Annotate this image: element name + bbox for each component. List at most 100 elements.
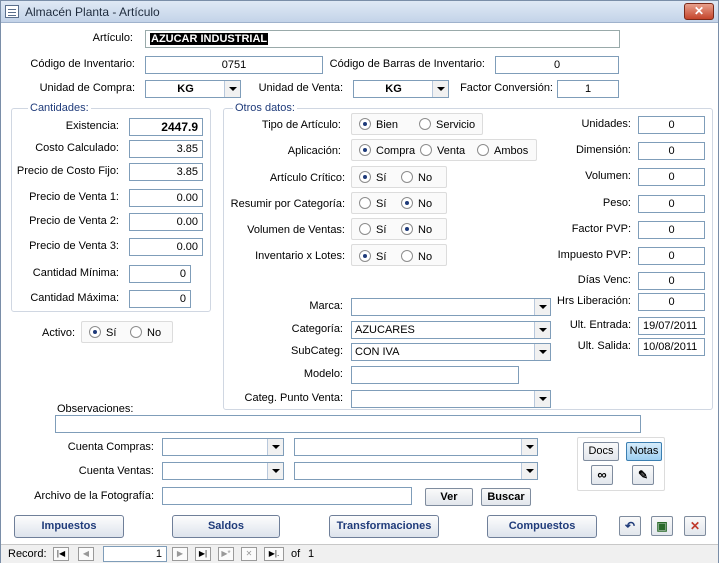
marca-label: Marca: (309, 300, 343, 312)
cantidades-field-0[interactable]: 2447.9 (129, 118, 203, 136)
critico-label: Artículo Crítico: (269, 172, 345, 184)
cantidades-field-1[interactable]: 3.85 (129, 140, 203, 158)
lotes-si-radio[interactable]: Sí (359, 250, 386, 263)
saldos-button[interactable]: Saldos (172, 515, 280, 538)
otros-right-field-3[interactable]: 0 (638, 195, 705, 213)
otros-right-field-1[interactable]: 0 (638, 142, 705, 160)
cantidades-field-5[interactable]: 0.00 (129, 238, 203, 256)
compuestos-button[interactable]: Compuestos (487, 515, 597, 538)
buscar-button[interactable]: Buscar (481, 488, 531, 506)
activo-si-radio[interactable]: Sí (89, 326, 116, 339)
cantidades-field-4[interactable]: 0.00 (129, 213, 203, 231)
resumir-no-radio[interactable]: No (401, 197, 432, 210)
transformaciones-button[interactable]: Transformaciones (329, 515, 439, 538)
impuestos-button[interactable]: Impuestos (14, 515, 124, 538)
articulo-value: AZUCAR INDUSTRIAL (150, 33, 269, 45)
categoria-label: Categoría: (291, 323, 343, 335)
categoria-select[interactable]: AZUCARES (351, 321, 551, 339)
chevron-down-icon[interactable] (521, 463, 537, 479)
otros-right-field-6[interactable]: 0 (638, 272, 705, 290)
subcateg-select[interactable]: CON IVA (351, 343, 551, 361)
chevron-down-icon[interactable] (267, 463, 283, 479)
cantidades-field-3[interactable]: 0.00 (129, 189, 203, 207)
goto-record-icon[interactable]: ▶|. (264, 547, 284, 561)
marca-select[interactable] (351, 298, 551, 316)
otros-right-field-2[interactable]: 0 (638, 168, 705, 186)
chevron-down-icon[interactable] (534, 391, 550, 407)
resumir-si-radio[interactable]: Sí (359, 197, 386, 210)
notas-button[interactable]: Notas (626, 442, 662, 461)
cantidades-field-2[interactable]: 3.85 (129, 163, 203, 181)
new-record-icon[interactable]: ▶* (218, 547, 234, 561)
close-button[interactable]: ✕ (684, 3, 714, 20)
articulo-field[interactable]: AZUCAR INDUSTRIAL (145, 30, 620, 48)
ver-button[interactable]: Ver (425, 488, 473, 506)
critico-si-radio[interactable]: Sí (359, 171, 386, 184)
cuenta-compras-label: Cuenta Compras: (67, 441, 154, 453)
aplicacion-ambos-radio[interactable]: Ambos (477, 144, 528, 157)
otros-right-field-7[interactable]: 0 (638, 293, 705, 311)
volumen-ventas-si-radio[interactable]: Sí (359, 223, 386, 236)
otros-right-label-3: Peso: (602, 197, 631, 209)
save-icon[interactable]: ▣ (651, 516, 673, 536)
unidad-compra-select[interactable]: KG (145, 80, 241, 98)
otros-right-field-9[interactable]: 10/08/2011 (638, 338, 705, 356)
unidad-compra-value: KG (177, 83, 194, 95)
cantidades-label-4: Precio de Venta 2: (29, 215, 119, 227)
cuenta-ventas-select[interactable] (162, 462, 284, 480)
docs-button[interactable]: Docs (583, 442, 619, 461)
otros-right-field-4[interactable]: 0 (638, 221, 705, 239)
window-title: Almacén Planta - Artículo (25, 5, 160, 19)
cuenta-ventas-desc-select[interactable] (294, 462, 538, 480)
categ-pv-select[interactable] (351, 390, 551, 408)
otros-right-label-1: Dimensión: (575, 144, 631, 156)
undo-icon[interactable]: ↶ (619, 516, 641, 536)
record-number-field[interactable]: 1 (103, 546, 167, 562)
next-record-icon[interactable]: ▶ (172, 547, 188, 561)
categ-pv-label: Categ. Punto Venta: (244, 392, 343, 404)
cantidades-field-6[interactable]: 0 (129, 265, 191, 283)
modelo-label: Modelo: (303, 368, 343, 380)
unidad-venta-label: Unidad de Venta: (258, 82, 343, 94)
activo-no-radio[interactable]: No (130, 326, 161, 339)
radio-selected-icon (89, 326, 101, 338)
tipo-servicio-radio[interactable]: Servicio (419, 118, 475, 131)
cantidades-label-0: Existencia: (65, 120, 119, 132)
lotes-no-radio[interactable]: No (401, 250, 432, 263)
aplicacion-compra-radio[interactable]: Compra (359, 144, 415, 157)
chevron-down-icon[interactable] (267, 439, 283, 455)
codigo-barras-field[interactable]: 0 (495, 56, 619, 74)
modelo-field[interactable] (351, 366, 519, 384)
first-record-icon[interactable]: |◀ (53, 547, 69, 561)
cantidades-field-7[interactable]: 0 (129, 290, 191, 308)
unidad-venta-value: KG (385, 83, 402, 95)
radio-icon (477, 144, 489, 156)
critico-no-radio[interactable]: No (401, 171, 432, 184)
chevron-down-icon[interactable] (432, 81, 448, 97)
unidad-venta-select[interactable]: KG (353, 80, 449, 98)
edit-note-icon[interactable]: ✎ (632, 465, 654, 485)
aplicacion-venta-radio[interactable]: Venta (420, 144, 465, 157)
cuenta-compras-desc-select[interactable] (294, 438, 538, 456)
fotografia-field[interactable] (162, 487, 412, 505)
cuenta-compras-select[interactable] (162, 438, 284, 456)
tipo-bien-radio[interactable]: Bien (359, 118, 398, 131)
resumir-si-label: Sí (376, 198, 387, 210)
delete-icon[interactable]: ✕ (684, 516, 706, 536)
prev-record-icon[interactable]: ◀ (78, 547, 94, 561)
last-record-icon[interactable]: ▶| (195, 547, 211, 561)
volumen-ventas-no-radio[interactable]: No (401, 223, 432, 236)
chevron-down-icon[interactable] (224, 81, 240, 97)
otros-right-field-0[interactable]: 0 (638, 116, 705, 134)
volumen-ventas-si-label: Sí (376, 224, 387, 236)
codigo-inventario-field[interactable]: 0751 (145, 56, 323, 74)
otros-right-label-2: Volumen: (585, 170, 631, 182)
otros-right-field-5[interactable]: 0 (638, 247, 705, 265)
observaciones-field[interactable] (55, 415, 641, 433)
delete-record-icon[interactable]: ✕ (241, 547, 257, 561)
binoculars-icon[interactable]: ∞ (591, 465, 613, 485)
subcateg-label: SubCateg: (291, 345, 343, 357)
otros-right-field-8[interactable]: 19/07/2011 (638, 317, 705, 335)
chevron-down-icon[interactable] (521, 439, 537, 455)
factor-conversion-field[interactable]: 1 (557, 80, 619, 98)
